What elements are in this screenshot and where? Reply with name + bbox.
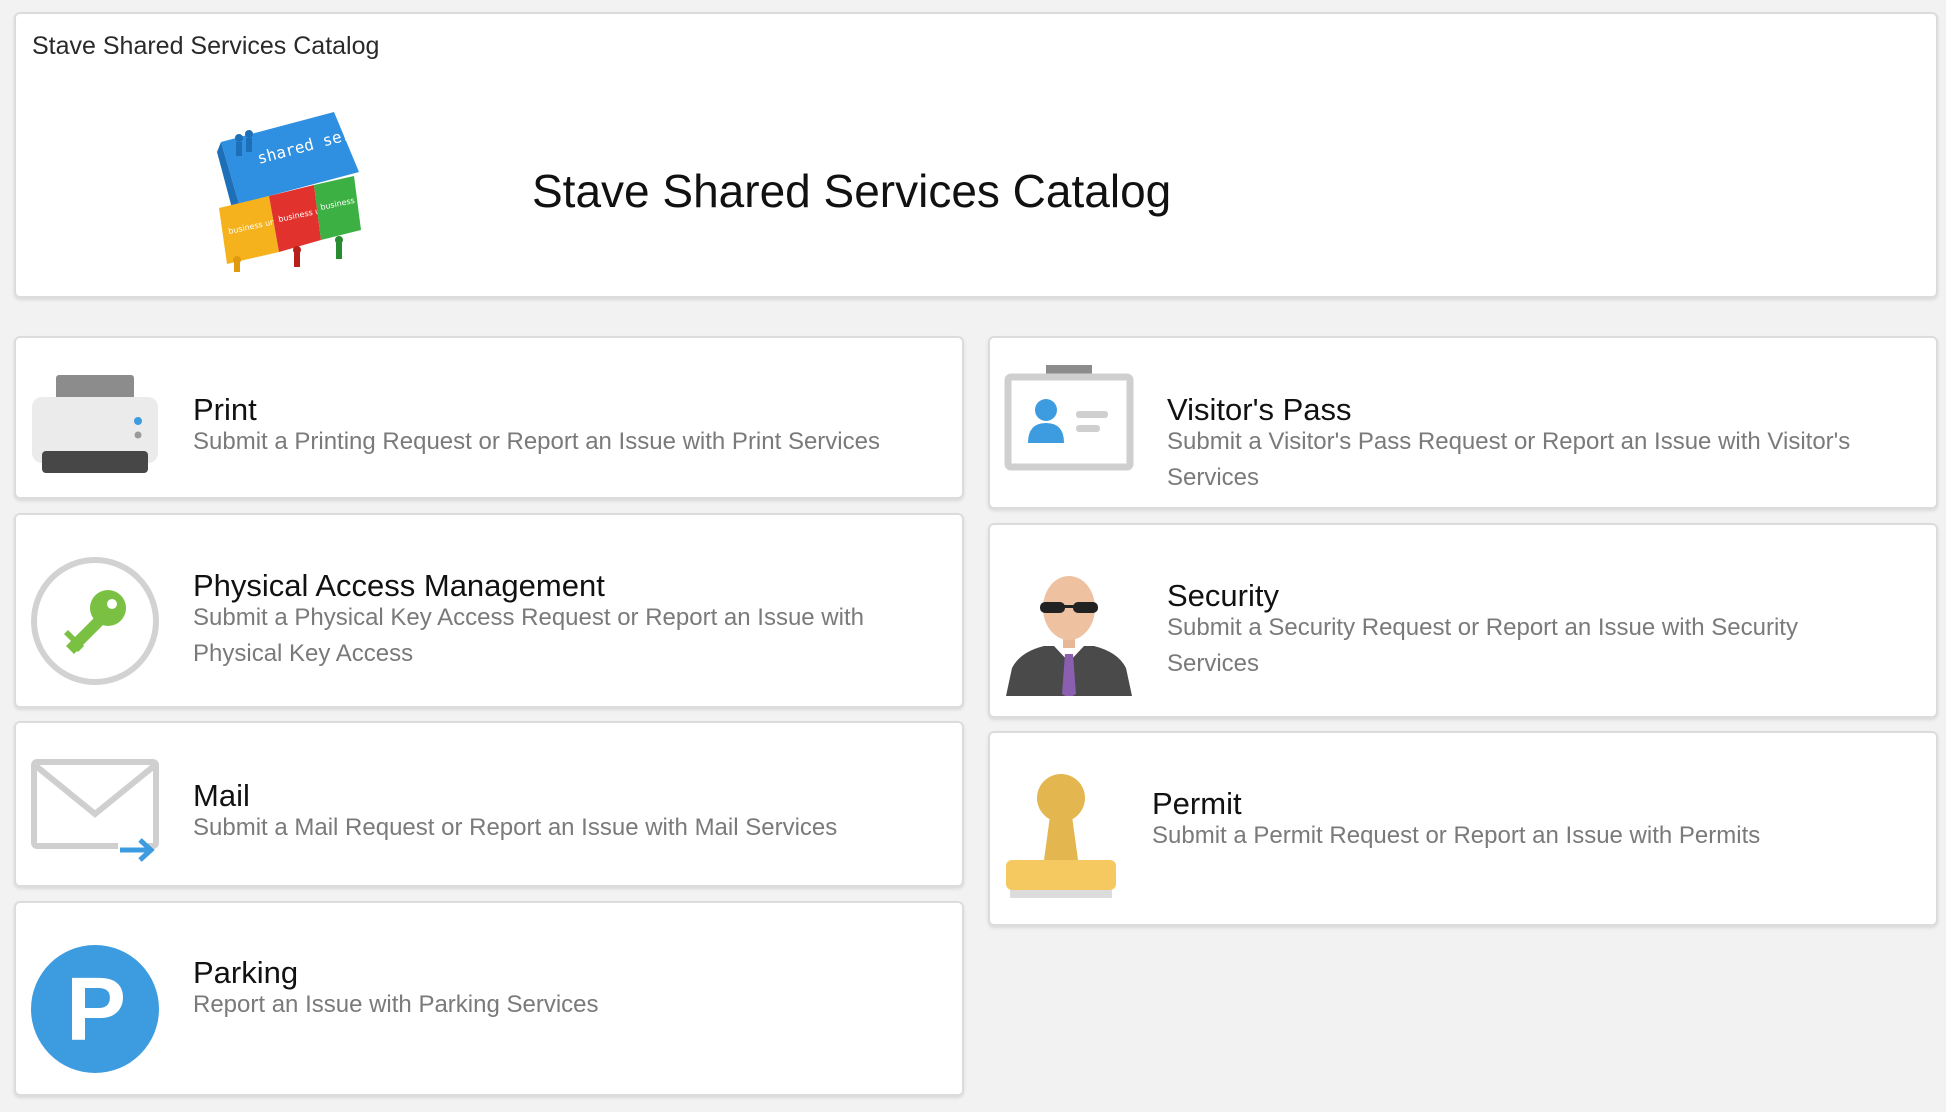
service-title-mail: Mail xyxy=(193,778,250,813)
service-desc-permit: Submit a Permit Request or Report an Iss… xyxy=(1152,822,1761,849)
service-title-physical-access: Physical Access Management xyxy=(193,568,605,603)
service-desc-print: Submit a Printing Request or Report an I… xyxy=(193,428,880,455)
service-title-security: Security xyxy=(1167,578,1279,613)
key-icon xyxy=(31,557,159,685)
catalog-header: Stave Shared Services Catalog shared ser… xyxy=(14,12,1938,298)
service-card-mail[interactable]: Mail Submit a Mail Request or Report an … xyxy=(14,721,964,887)
service-card-visitors-pass[interactable]: Visitor's Pass Submit a Visitor's Pass R… xyxy=(988,336,1938,509)
security-guard-icon xyxy=(1006,576,1132,696)
service-desc-visitors-pass: Submit a Visitor's Pass Request or Repor… xyxy=(1167,428,1851,491)
service-desc-security: Submit a Security Request or Report an I… xyxy=(1167,614,1798,677)
service-card-print[interactable]: Print Submit a Printing Request or Repor… xyxy=(14,336,964,499)
service-card-permit[interactable]: Permit Submit a Permit Request or Report… xyxy=(988,731,1938,926)
service-title-visitors-pass: Visitor's Pass xyxy=(1167,392,1352,427)
service-desc-parking: Report an Issue with Parking Services xyxy=(193,991,599,1018)
shared-services-logo: shared services business unit business u… xyxy=(217,112,369,272)
catalog-page-title: Stave Shared Services Catalog xyxy=(532,165,1172,217)
id-badge-icon xyxy=(1004,365,1134,471)
service-card-security[interactable]: Security Submit a Security Request or Re… xyxy=(988,523,1938,718)
stamp-icon xyxy=(1006,774,1116,898)
mail-icon xyxy=(31,759,159,864)
service-title-parking: Parking xyxy=(193,955,299,990)
service-desc-physical-access: Submit a Physical Key Access Request or … xyxy=(193,604,864,667)
service-card-parking[interactable]: P Parking Report an Issue with Parking S… xyxy=(14,901,964,1096)
service-title-permit: Permit xyxy=(1152,786,1242,821)
service-title-print: Print xyxy=(193,392,257,427)
service-desc-mail: Submit a Mail Request or Report an Issue… xyxy=(193,814,838,841)
parking-icon: P xyxy=(31,945,159,1073)
printer-icon xyxy=(32,375,158,473)
catalog-small-title: Stave Shared Services Catalog xyxy=(32,32,380,60)
service-card-physical-access[interactable]: Physical Access Management Submit a Phys… xyxy=(14,513,964,708)
parking-glyph: P xyxy=(66,960,126,1060)
